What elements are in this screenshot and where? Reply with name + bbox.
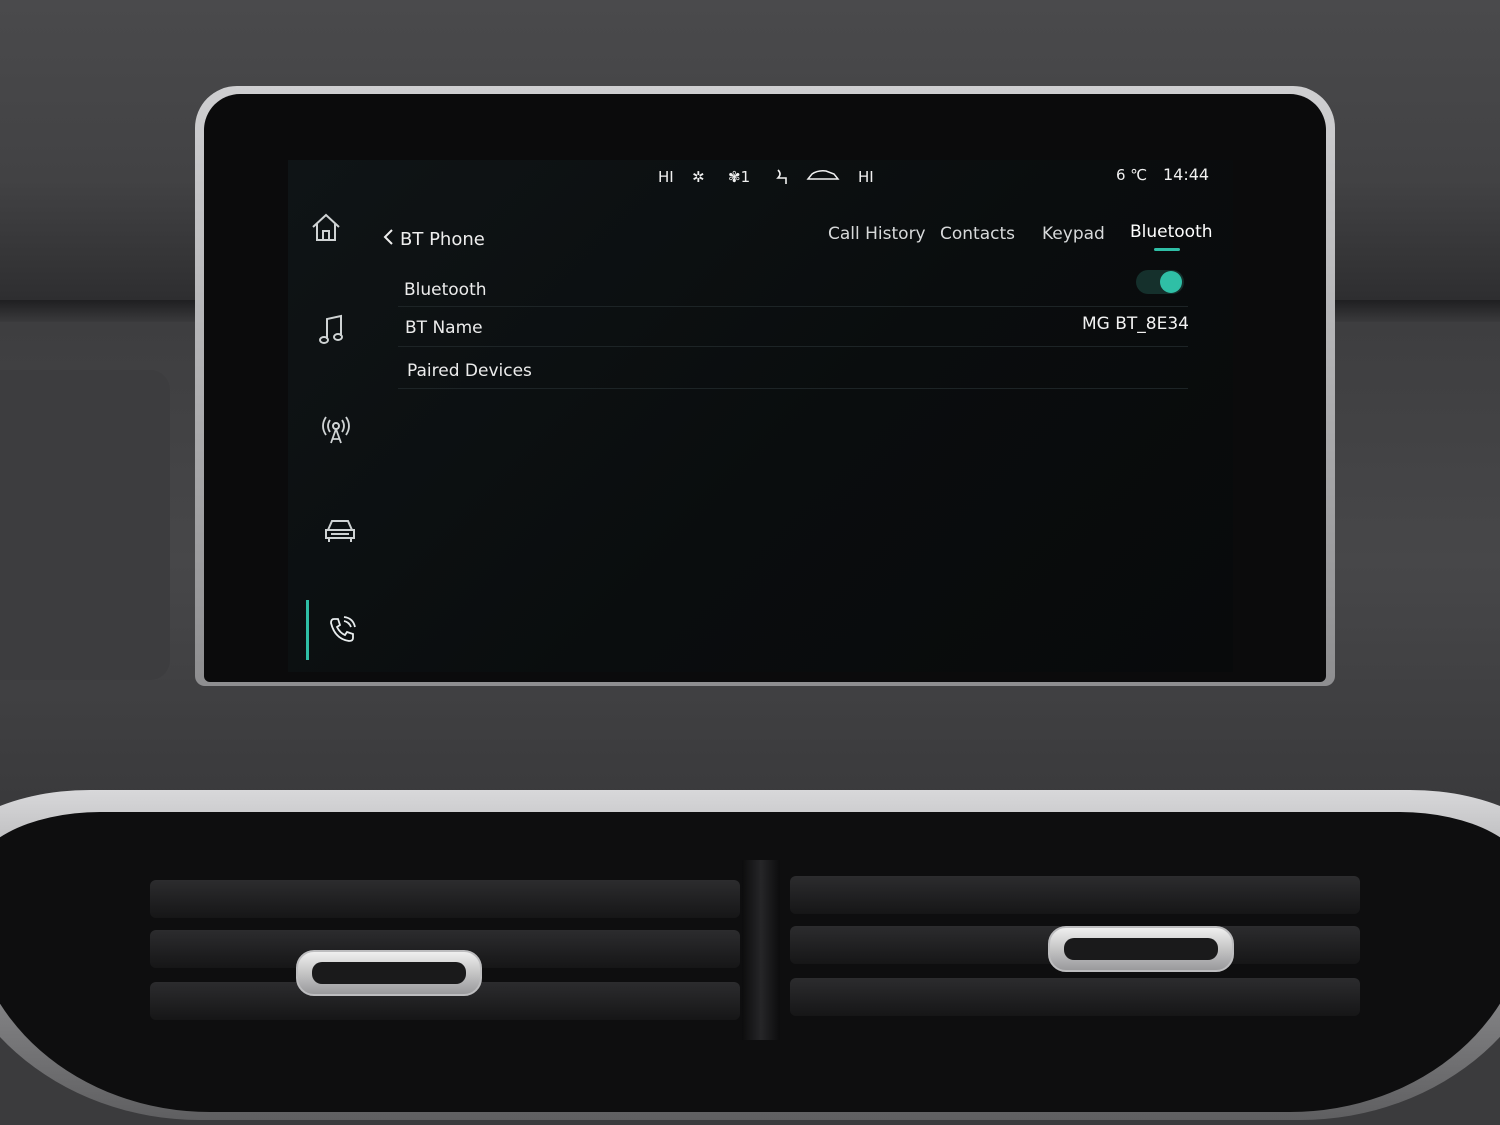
paired-devices-label[interactable]: Paired Devices xyxy=(407,361,532,381)
outside-temperature: 6 ℃ xyxy=(1116,166,1148,184)
tab-call-history[interactable]: Call History xyxy=(828,224,926,244)
bluetooth-toggle[interactable] xyxy=(1136,270,1184,294)
vent-louver xyxy=(150,880,740,918)
tab-bluetooth[interactable]: Bluetooth xyxy=(1130,222,1213,242)
vent-knob-right[interactable] xyxy=(1048,926,1234,972)
clock: 14:44 xyxy=(1163,165,1210,184)
car-icon[interactable] xyxy=(320,510,360,550)
radio-icon[interactable] xyxy=(316,410,356,450)
tab-contacts[interactable]: Contacts xyxy=(940,224,1015,244)
back-button[interactable]: BT Phone xyxy=(382,228,485,251)
seat-heat-icon xyxy=(774,168,790,190)
home-icon[interactable] xyxy=(306,208,346,248)
vent-divider xyxy=(742,860,780,1040)
active-tab-indicator xyxy=(1154,248,1180,251)
vent-louver xyxy=(790,876,1360,914)
car-airflow-icon xyxy=(806,168,840,186)
bluetooth-label: Bluetooth xyxy=(404,280,487,300)
bt-name-value[interactable]: MG BT_8E34 xyxy=(1082,314,1189,334)
row-divider xyxy=(398,306,1188,307)
nav-active-indicator xyxy=(306,600,309,660)
dashboard-side-pad xyxy=(0,370,170,680)
tab-keypad[interactable]: Keypad xyxy=(1042,224,1105,244)
fan-left-level: HI xyxy=(658,168,674,186)
back-label: BT Phone xyxy=(400,229,485,250)
row-divider xyxy=(398,346,1188,347)
music-icon[interactable] xyxy=(312,310,352,350)
chevron-left-icon xyxy=(382,228,394,251)
vent-knob-left[interactable] xyxy=(296,950,482,996)
infotainment-screen: HI ✲ ✾1 HI 6 ℃ 14:44 BT Phone Call Histo… xyxy=(288,160,1233,672)
vent-louver xyxy=(790,978,1360,1016)
fan-icon: ✾ xyxy=(728,168,741,186)
phone-icon[interactable] xyxy=(322,610,362,650)
toggle-knob xyxy=(1160,271,1182,293)
fan-right-level: HI xyxy=(858,168,874,186)
fan-speed: ✾1 xyxy=(728,168,750,186)
row-divider xyxy=(398,388,1188,389)
defrost-icon: ✲ xyxy=(692,168,705,186)
bt-name-label: BT Name xyxy=(405,318,483,338)
fan-speed-value: 1 xyxy=(740,168,751,186)
